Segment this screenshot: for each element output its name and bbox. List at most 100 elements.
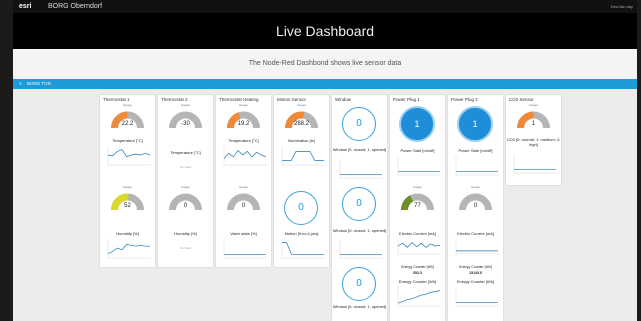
browser-content: esri BORG Oberndorf Dec/Jan day Live Das…: [13, 0, 637, 321]
gauge-value: 288.2: [293, 121, 309, 127]
chart-title: Valve state [%]: [230, 231, 257, 236]
motion-indicator: 0: [284, 191, 318, 225]
chart-series-line: [107, 244, 150, 254]
group-title: Power Plug 2: [451, 97, 478, 102]
chart-title: Electric Current [mA]: [399, 231, 436, 236]
chart-title: Motion [0:no;1:yes]: [284, 231, 319, 236]
gauge-temperature: Gauge -30: [164, 103, 207, 133]
window-chart-2[interactable]: [336, 238, 383, 262]
gauge-arc: [169, 111, 202, 129]
chart-series-line: [282, 151, 324, 161]
gauge-value: 1: [531, 121, 536, 127]
gauge-arc: [227, 193, 260, 211]
gauge-value: 77: [414, 203, 421, 209]
chart-title: Illumination [lx]: [288, 138, 315, 143]
gauge-label: Gauge: [296, 103, 306, 107]
group-power-plug-2: Power Plug 2 1 Power Sate [on/off] Gauge…: [448, 95, 503, 321]
current-chart[interactable]: [394, 238, 441, 258]
gauge-value: 52: [124, 203, 131, 209]
gauge-temperature: Gauge 19.2: [222, 103, 265, 133]
gauge-arc: [111, 193, 144, 211]
dashboard-description: The Node-Red Dashbond shows live sensor …: [13, 49, 637, 80]
chart-title: Energy Counter [Wh]: [398, 279, 437, 284]
window-indicator-2: 0: [342, 187, 376, 221]
chart-title: Temperature [°C]: [112, 138, 143, 143]
gauge-label: Gauge: [122, 185, 132, 189]
gauge-arc: [459, 193, 492, 211]
gauge-label: Gauge: [238, 185, 248, 189]
chart-title: Window [0: closed; 1: opened]: [332, 304, 387, 309]
window-chart-1[interactable]: [336, 158, 383, 182]
gauge-arc: [285, 111, 318, 129]
humidity-chart[interactable]: [104, 238, 151, 262]
header-right-text[interactable]: Dec/Jan day: [611, 0, 633, 13]
energy-counter-label: Energy Counter [Wh]: [401, 265, 434, 269]
gauge-label: Gauge: [180, 185, 190, 189]
dashboard-toolbar: ≡ BORG TON: [13, 79, 637, 89]
chart-title: Window [0: closed; 1: opened]: [332, 147, 387, 152]
gauge-humidity: Gauge 0: [164, 185, 207, 215]
co2-chart[interactable]: [510, 153, 557, 177]
dashboard-title: Live Dashboard: [13, 13, 637, 49]
app-title: BORG Oberndorf: [48, 3, 103, 10]
temperature-chart[interactable]: [220, 145, 267, 169]
esri-logo[interactable]: esri: [19, 0, 31, 13]
chart-title: Electric Current [mA]: [457, 231, 494, 236]
chart-title: Window [0: closed; 1: opened]: [332, 228, 387, 233]
gauge-value: -30: [181, 121, 190, 127]
illumination-chart[interactable]: [278, 145, 325, 169]
esri-header: esri BORG Oberndorf Dec/Jan day: [13, 0, 637, 13]
power-state-indicator: 1: [457, 106, 493, 142]
gauge-co2: Gauge 1: [512, 103, 555, 133]
group-motion-sensor: Motion Sensor Gauge 288.2 Illumination […: [274, 95, 329, 267]
power-state-indicator: 1: [399, 106, 435, 142]
group-title: Window: [335, 97, 352, 102]
gauge-arc: [401, 193, 434, 211]
gauge-value: 0: [241, 203, 246, 209]
no-data-text: No Data: [179, 246, 191, 250]
menu-icon[interactable]: ≡: [19, 79, 22, 89]
gauge-label: Gauge: [180, 103, 190, 107]
chart-title: Power Sate [on/off]: [458, 148, 493, 153]
energy-chart[interactable]: [394, 286, 441, 310]
window-indicator-3: 0: [342, 267, 376, 301]
gauge-label: Gauge: [528, 103, 538, 107]
chart-title: Temperature [°C]: [228, 138, 259, 143]
chart-series-line: [397, 242, 441, 248]
gauge-label: Gauge: [470, 185, 480, 189]
gauge-current: Gauge 77: [396, 185, 439, 215]
gauge-label: Gauge: [412, 185, 422, 189]
gauge-value: 0: [183, 203, 188, 209]
gauge-arc: [517, 111, 550, 129]
chart-series-line: [282, 242, 324, 255]
energy-chart[interactable]: [452, 286, 499, 310]
gauge-arc: [227, 111, 260, 129]
chart-title: Temperature [°C]: [170, 150, 201, 155]
current-chart[interactable]: [452, 238, 499, 258]
group-thermostat-1: Thermostat 1 Gauge 22.2 Temperature [°C]…: [100, 95, 155, 267]
valve-chart[interactable]: [220, 238, 267, 262]
group-title: Thermostat 1: [103, 97, 130, 102]
energy-counter-label: Energy Counter [Wh]: [459, 265, 492, 269]
chart-series-line: [107, 149, 151, 158]
gauge-value: 0: [473, 203, 478, 209]
group-title: CO2 Sensor: [509, 97, 534, 102]
gauge-valve: Gauge 0: [222, 185, 265, 215]
group-thermostat-2: Thermostat 2 Gauge -30 Temperature [°C] …: [158, 95, 213, 267]
power-state-chart[interactable]: [394, 155, 441, 179]
power-state-chart[interactable]: [452, 155, 499, 179]
energy-counter-value: 15140.5: [469, 271, 482, 275]
gauge-arc: [111, 111, 144, 129]
chart-series-line: [223, 149, 267, 159]
motion-chart[interactable]: [278, 238, 325, 262]
gauge-temperature: Gauge 22.2: [106, 103, 149, 133]
group-title: Motion Sensor: [277, 97, 307, 102]
gauge-current: Gauge 0: [454, 185, 497, 215]
temperature-chart[interactable]: [104, 145, 151, 169]
group-co2-sensor: CO2 Sensor Gauge 1 CO2 [0: normal; 1: me…: [506, 95, 561, 185]
gauge-value: 22.2: [121, 121, 134, 127]
group-title: Thermostat 2: [161, 97, 188, 102]
tab-title: BORG TON: [27, 81, 51, 86]
gauge-label: Gauge: [122, 103, 132, 107]
chart-title: CO2 [0: normal; 1: medium; 2: high]: [506, 137, 561, 147]
